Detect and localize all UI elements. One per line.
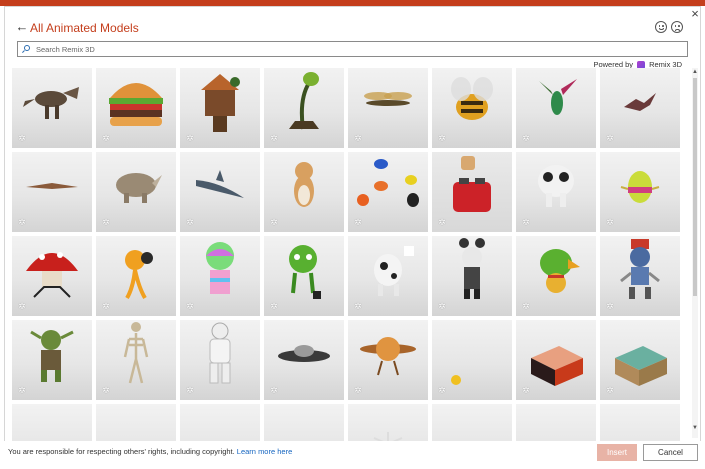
animated-badge-icon: ✲ <box>354 217 362 227</box>
model-tile-astronaut[interactable]: ✲ <box>180 320 260 400</box>
model-tile-heart[interactable] <box>264 404 344 442</box>
model-tile-rhinoceros[interactable]: ✲ <box>96 152 176 232</box>
model-tile-carnivorous-plant[interactable]: ✲ <box>264 68 344 148</box>
model-tile-pterodactyl[interactable]: ✲ <box>12 152 92 232</box>
animated-badge-icon: ✲ <box>270 301 278 311</box>
animated-badge-icon: ✲ <box>522 385 530 395</box>
copyright-notice-text: You are responsible for respecting other… <box>8 447 235 456</box>
model-tile-tropical-fish[interactable]: ✲ <box>348 152 428 232</box>
animated-badge-icon: ✲ <box>18 133 26 143</box>
model-tile-blue-robot[interactable]: ✲ <box>600 236 680 316</box>
model-tile-hummingbird[interactable]: ✲ <box>516 68 596 148</box>
animated-badge-icon: ✲ <box>354 133 362 143</box>
model-tile-row5-f[interactable] <box>432 404 512 442</box>
animated-badge-icon: ✲ <box>18 385 26 395</box>
model-tile-row5-g[interactable] <box>516 404 596 442</box>
model-tile-saturn-character[interactable]: ✲ <box>348 320 428 400</box>
animated-badge-icon: ✲ <box>270 385 278 395</box>
model-tile-wind-turbine[interactable] <box>348 404 428 442</box>
back-arrow-icon[interactable]: ← <box>15 20 29 34</box>
model-tile-beach-block[interactable]: ✲ <box>600 320 680 400</box>
model-tile-shiba-inu[interactable]: ✲ <box>264 152 344 232</box>
model-tile-pear-character[interactable]: ✲ <box>600 152 680 232</box>
model-tile-mushroom-house[interactable]: ✲ <box>12 236 92 316</box>
animated-badge-icon: ✲ <box>102 217 110 227</box>
insert-button[interactable]: Insert <box>597 444 637 461</box>
animated-badge-icon: ✲ <box>438 133 446 143</box>
model-tile-chick[interactable]: ✲ <box>432 320 512 400</box>
animated-badge-icon: ✲ <box>186 133 194 143</box>
model-tile-shark[interactable]: ✲ <box>180 152 260 232</box>
animated-badge-icon: ✲ <box>522 217 530 227</box>
animated-badge-icon: ✲ <box>354 301 362 311</box>
learn-more-link[interactable]: Learn more here <box>237 447 292 456</box>
animated-badge-icon: ✲ <box>606 133 614 143</box>
model-tile-cow[interactable]: ✲ <box>348 236 428 316</box>
animated-badge-icon: ✲ <box>18 301 26 311</box>
animated-badge-icon: ✲ <box>606 301 614 311</box>
animated-badge-icon: ✲ <box>522 133 530 143</box>
model-grid: ✲ ✲ ✲ ✲ ✲ ✲ ✲ ✲ ✲ ✲ ✲ ✲ ✲ ✲ ✲ ✲ ✲ ✲ ✲ ✲ … <box>12 68 692 442</box>
model-tile-one-eyed-alien[interactable]: ✲ <box>96 236 176 316</box>
animated-badge-icon: ✲ <box>18 217 26 227</box>
model-tile-dragon[interactable]: ✲ <box>600 68 680 148</box>
model-tile-skeleton[interactable]: ✲ <box>96 320 176 400</box>
scroll-up-arrow-icon[interactable]: ▲ <box>692 68 698 76</box>
animated-badge-icon: ✲ <box>354 385 362 395</box>
model-tile-dragonfly[interactable]: ✲ <box>348 68 428 148</box>
model-tile-tyrannosaurus[interactable]: ✲ <box>12 68 92 148</box>
scroll-down-arrow-icon[interactable]: ▼ <box>692 424 698 432</box>
animated-badge-icon: ✲ <box>270 217 278 227</box>
smile-feedback-icon[interactable] <box>655 21 667 33</box>
model-tile-treehouse[interactable]: ✲ <box>180 68 260 148</box>
animated-badge-icon: ✲ <box>438 217 446 227</box>
model-tile-toaster[interactable]: ✲ <box>432 152 512 232</box>
frown-feedback-icon[interactable] <box>671 21 683 33</box>
scrollbar-thumb[interactable] <box>693 78 697 296</box>
animated-badge-icon: ✲ <box>270 133 278 143</box>
model-tile-parrot[interactable]: ✲ <box>516 236 596 316</box>
search-box[interactable] <box>17 41 688 57</box>
animated-badge-icon: ✲ <box>606 217 614 227</box>
animated-badge-icon: ✲ <box>102 301 110 311</box>
model-tile-hamburger[interactable]: ✲ <box>96 68 176 148</box>
model-tile-cartoon-mouse[interactable]: ✲ <box>432 236 512 316</box>
animated-badge-icon: ✲ <box>102 385 110 395</box>
search-input[interactable] <box>36 43 676 55</box>
model-tile-bee[interactable]: ✲ <box>432 68 512 148</box>
search-icon <box>24 45 30 51</box>
model-tile-ufo[interactable]: ✲ <box>264 320 344 400</box>
animated-badge-icon: ✲ <box>102 133 110 143</box>
animated-badge-icon: ✲ <box>522 301 530 311</box>
model-tile-helicopter[interactable] <box>600 404 680 442</box>
animated-badge-icon: ✲ <box>438 301 446 311</box>
copyright-notice: You are responsible for respecting other… <box>8 447 292 456</box>
model-tile-ice-cream-character[interactable]: ✲ <box>180 236 260 316</box>
animated-badge-icon: ✲ <box>186 301 194 311</box>
model-tile-lava-block[interactable]: ✲ <box>516 320 596 400</box>
animated-badge-icon: ✲ <box>186 217 194 227</box>
model-tile-row5-b[interactable] <box>96 404 176 442</box>
model-tile-globe[interactable] <box>180 404 260 442</box>
animated-badge-icon: ✲ <box>606 385 614 395</box>
animated-badge-icon: ✲ <box>438 385 446 395</box>
animated-badge-icon: ✲ <box>186 385 194 395</box>
model-tile-green-robot[interactable]: ✲ <box>264 236 344 316</box>
dialog-title: All Animated Models <box>30 21 139 35</box>
close-icon[interactable]: × <box>688 7 702 21</box>
model-tile-goblin[interactable]: ✲ <box>12 320 92 400</box>
model-tile-pug[interactable]: ✲ <box>516 152 596 232</box>
model-tile-row5-a[interactable] <box>12 404 92 442</box>
cancel-button[interactable]: Cancel <box>643 444 698 461</box>
